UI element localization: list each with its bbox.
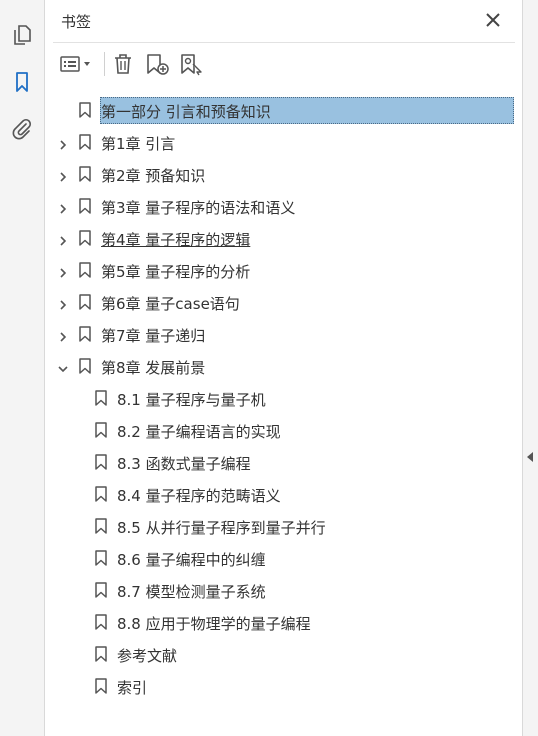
bookmark-icon — [95, 646, 107, 662]
header-divider — [53, 42, 515, 43]
bookmark-label: 8.2 量子编程语言的实现 — [117, 423, 281, 441]
bookmark-icon — [95, 422, 107, 438]
bookmark-icon — [79, 262, 91, 278]
bookmark-icon — [95, 454, 107, 470]
bookmark-label: 8.6 量子编程中的纠缠 — [117, 551, 266, 569]
bookmark-label: 8.1 量子程序与量子机 — [117, 391, 266, 409]
bookmark-label: 8.7 模型检测量子系统 — [117, 583, 266, 601]
bookmark-label: 第5章 量子程序的分析 — [101, 263, 251, 281]
bookmark-item[interactable]: 索引 — [45, 670, 522, 702]
bookmark-toolbar — [45, 48, 522, 80]
bookmark-label: 第4章 量子程序的逻辑 — [101, 231, 251, 249]
new-bookmark-from-structure-button[interactable] — [179, 52, 205, 76]
bookmarks-panel: 书签 第一部分 引言和预备知识 第1章 引言 第2章 预备知识 第3章 量子程序… — [45, 0, 522, 736]
new-bookmark-button[interactable] — [145, 52, 171, 76]
bookmark-label: 第2章 预备知识 — [101, 167, 206, 185]
chevron-right-icon[interactable] — [57, 328, 69, 342]
bookmark-item[interactable]: 8.5 从并行量子程序到量子并行 — [45, 510, 522, 542]
attachment-icon[interactable] — [10, 117, 34, 141]
bookmark-label: 8.3 函数式量子编程 — [117, 455, 251, 473]
bookmark-label: 第7章 量子递归 — [101, 327, 206, 345]
new-bookmark-from-structure-icon — [181, 54, 202, 76]
close-icon[interactable] — [485, 12, 501, 28]
bookmark-icon — [95, 486, 107, 502]
bookmark-item[interactable]: 第4章 量子程序的逻辑 — [45, 222, 522, 254]
bookmark-icon — [95, 518, 107, 534]
bookmark-item[interactable]: 8.4 量子程序的范畴语义 — [45, 478, 522, 510]
bookmark-label: 第一部分 引言和预备知识 — [101, 103, 271, 121]
bookmark-item[interactable]: 8.6 量子编程中的纠缠 — [45, 542, 522, 574]
chevron-right-icon[interactable] — [57, 200, 69, 214]
collapse-panel-icon[interactable] — [527, 452, 533, 462]
bookmark-item[interactable]: 8.3 函数式量子编程 — [45, 446, 522, 478]
options-menu-button[interactable] — [59, 52, 95, 76]
bookmark-label: 8.4 量子程序的范畴语义 — [117, 487, 281, 505]
bookmark-icon — [79, 166, 91, 182]
bookmark-icon — [79, 326, 91, 342]
panel-splitter[interactable] — [522, 0, 538, 736]
bookmark-item[interactable]: 第1章 引言 — [45, 126, 522, 158]
bookmark-item[interactable]: 第3章 量子程序的语法和语义 — [45, 190, 522, 222]
bookmark-item[interactable]: 8.7 模型检测量子系统 — [45, 574, 522, 606]
bookmark-label: 第8章 发展前景 — [101, 359, 206, 377]
bookmark-icon — [95, 582, 107, 598]
bookmark-label: 第6章 量子case语句 — [101, 295, 240, 313]
bookmark-icon — [95, 614, 107, 630]
delete-icon — [115, 54, 131, 74]
bookmark-icon — [79, 230, 91, 246]
options-menu-icon — [60, 56, 90, 72]
bookmark-icon[interactable] — [10, 70, 34, 94]
chevron-right-icon[interactable] — [57, 296, 69, 310]
bookmark-icon — [95, 390, 107, 406]
bookmark-label: 参考文献 — [117, 647, 178, 665]
bookmark-item[interactable]: 第7章 量子递归 — [45, 318, 522, 350]
bookmark-item[interactable]: 第8章 发展前景 — [45, 350, 522, 382]
bookmark-icon — [79, 134, 91, 150]
bookmark-icon — [95, 678, 107, 694]
chevron-down-icon[interactable] — [57, 360, 69, 373]
bookmark-label: 第1章 引言 — [101, 135, 176, 153]
chevron-right-icon[interactable] — [57, 168, 69, 182]
pages-icon[interactable] — [10, 22, 34, 46]
new-bookmark-icon — [147, 54, 169, 75]
bookmark-item[interactable]: 8.1 量子程序与量子机 — [45, 382, 522, 414]
bookmark-icon — [79, 102, 91, 118]
bookmark-label: 索引 — [117, 679, 148, 697]
bookmark-icon — [95, 550, 107, 566]
bookmark-label: 第3章 量子程序的语法和语义 — [101, 199, 296, 217]
panel-title: 书签 — [61, 13, 92, 31]
toolbar-divider — [104, 52, 105, 76]
bookmark-item[interactable]: 第2章 预备知识 — [45, 158, 522, 190]
bookmark-label: 8.5 从并行量子程序到量子并行 — [117, 519, 326, 537]
bookmark-item[interactable]: 8.2 量子编程语言的实现 — [45, 414, 522, 446]
bookmark-item[interactable]: 第6章 量子case语句 — [45, 286, 522, 318]
bookmark-icon — [79, 198, 91, 214]
navigation-rail — [0, 0, 45, 736]
bookmark-item-selected[interactable]: 第一部分 引言和预备知识 — [45, 94, 522, 126]
chevron-right-icon[interactable] — [57, 136, 69, 150]
delete-button[interactable] — [111, 52, 135, 76]
bookmark-item[interactable]: 8.8 应用于物理学的量子编程 — [45, 606, 522, 638]
bookmark-label: 8.8 应用于物理学的量子编程 — [117, 615, 311, 633]
bookmark-item[interactable]: 参考文献 — [45, 638, 522, 670]
panel-header: 书签 — [45, 0, 522, 42]
bookmark-icon — [79, 358, 91, 374]
chevron-right-icon[interactable] — [57, 232, 69, 246]
chevron-right-icon[interactable] — [57, 264, 69, 278]
bookmark-item[interactable]: 第5章 量子程序的分析 — [45, 254, 522, 286]
bookmark-icon — [79, 294, 91, 310]
